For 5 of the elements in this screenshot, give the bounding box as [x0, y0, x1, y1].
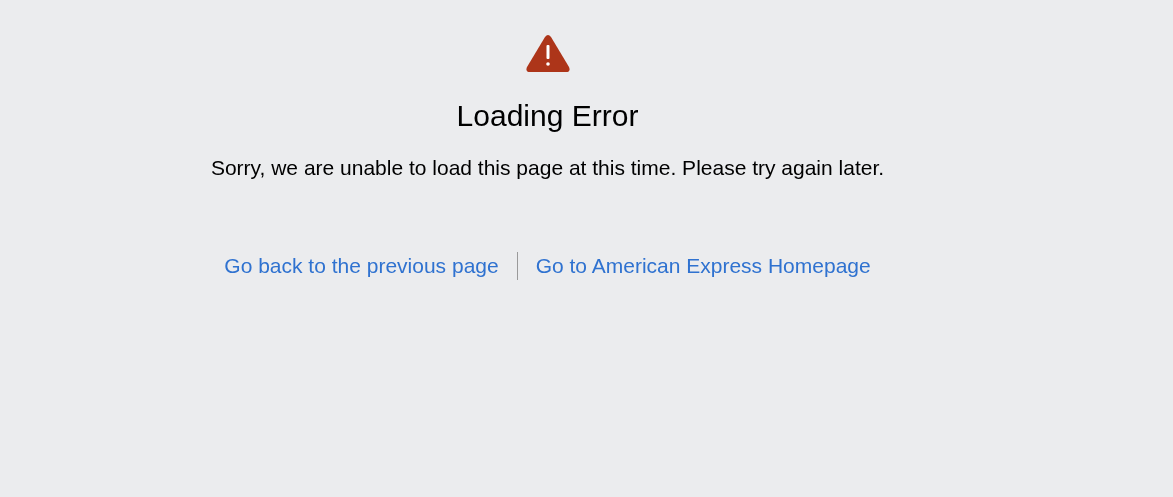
nav-link[interactable]: Go to American Express Homepage [535, 252, 871, 280]
error-message: Sorry, we are unable to load this page at this time. Please try again later. [210, 155, 885, 181]
warning-icon [525, 34, 570, 72]
error-title: Loading Error [456, 98, 639, 134]
nav-link[interactable]: Go back to the previous page [224, 252, 499, 280]
